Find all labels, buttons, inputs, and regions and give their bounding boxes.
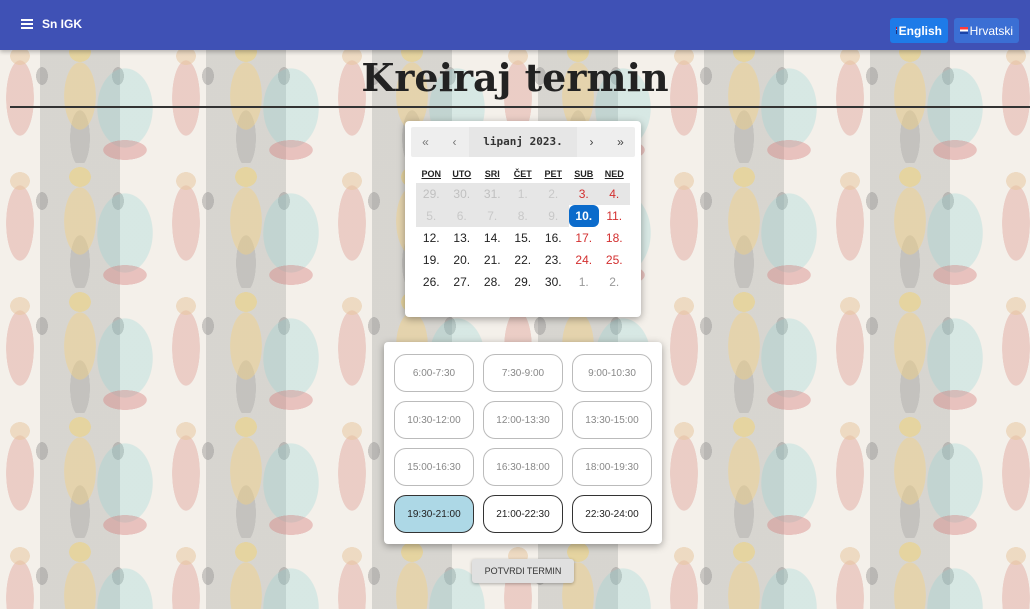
calendar-day[interactable]: 24.: [569, 249, 600, 271]
calendar-day[interactable]: 20.: [447, 249, 478, 271]
weekday-thu: ČET: [513, 169, 532, 179]
weekday-sat: SUB: [574, 169, 594, 179]
time-slot-button[interactable]: 9:00-10:30: [572, 354, 652, 392]
calendar-day: 29.: [416, 183, 447, 205]
calendar-day[interactable]: 13.: [447, 227, 478, 249]
time-slot-button[interactable]: 6:00-7:30: [394, 354, 474, 392]
confirm-appointment-button[interactable]: POTVRDI TERMIN: [472, 559, 574, 583]
language-english-label: English: [898, 23, 942, 38]
time-slot-button-selected[interactable]: 19:30-21:00: [394, 495, 474, 533]
time-slot-panel: 6:00-7:30 7:30-9:00 9:00-10:30 10:30-12:…: [384, 342, 662, 544]
time-slot-button[interactable]: 13:30-15:00: [572, 401, 652, 439]
calendar-day[interactable]: 30.: [538, 271, 569, 293]
weekday-tue: UTO: [452, 169, 472, 179]
time-slot-button[interactable]: 15:00-16:30: [394, 448, 474, 486]
language-croatian-label: Hrvatski: [969, 23, 1013, 38]
brand-title[interactable]: Sn IGK: [42, 17, 82, 31]
calendar-day[interactable]: 12.: [416, 227, 447, 249]
calendar-navigation: « ‹ lipanj 2023. › »: [411, 127, 635, 157]
calendar-day: 7.: [477, 205, 508, 227]
calendar-day[interactable]: 17.: [569, 227, 600, 249]
prev-month-button[interactable]: ‹: [440, 135, 469, 149]
time-slot-button[interactable]: 16:30-18:00: [483, 448, 563, 486]
calendar-day[interactable]: 15.: [508, 227, 539, 249]
calendar-day[interactable]: 1.: [569, 271, 600, 293]
next-year-button[interactable]: »: [606, 135, 635, 149]
calendar-day[interactable]: 23.: [538, 249, 569, 271]
calendar-day[interactable]: 22.: [508, 249, 539, 271]
calendar-day[interactable]: 11.: [599, 205, 630, 227]
uk-flag-icon: [896, 27, 897, 34]
calendar-day[interactable]: 27.: [447, 271, 478, 293]
calendar-day: 6.: [446, 205, 477, 227]
calendar-day: 4.: [599, 183, 630, 205]
time-slot-button[interactable]: 12:00-13:30: [483, 401, 563, 439]
calendar-day: 31.: [477, 183, 508, 205]
calendar-day: 9.: [538, 205, 569, 227]
weekday-sun: NED: [604, 169, 624, 179]
month-label[interactable]: lipanj 2023.: [469, 127, 577, 157]
calendar-day[interactable]: 28.: [477, 271, 508, 293]
calendar-day-selected[interactable]: 10.: [568, 205, 599, 227]
language-croatian-button[interactable]: Hrvatski: [954, 18, 1019, 43]
calendar-day: 30.: [446, 183, 477, 205]
calendar-day[interactable]: 2.: [599, 271, 630, 293]
calendar-day[interactable]: 18.: [599, 227, 630, 249]
calendar-day[interactable]: 29.: [508, 271, 539, 293]
hamburger-menu-icon[interactable]: [21, 19, 33, 30]
calendar-day: 8.: [507, 205, 538, 227]
calendar-day: 3.: [568, 183, 599, 205]
calendar-day: 5.: [416, 205, 447, 227]
time-slot-button[interactable]: 10:30-12:00: [394, 401, 474, 439]
language-english-button[interactable]: English: [890, 18, 948, 43]
prev-year-button[interactable]: «: [411, 135, 440, 149]
calendar-day[interactable]: 25.: [599, 249, 630, 271]
time-slot-button[interactable]: 21:00-22:30: [483, 495, 563, 533]
calendar-day: 1.: [507, 183, 538, 205]
top-navbar: Sn IGK English Hrvatski: [0, 0, 1030, 50]
time-slot-button[interactable]: 18:00-19:30: [572, 448, 652, 486]
croatia-flag-icon: [960, 27, 968, 34]
next-month-button[interactable]: ›: [577, 135, 606, 149]
calendar-day[interactable]: 16.: [538, 227, 569, 249]
weekday-header: PON UTO SRI ČET PET SUB NED: [416, 169, 635, 183]
calendar-day: 2.: [538, 183, 569, 205]
title-divider: [10, 106, 1030, 108]
days-grid: 29. 30. 31. 1. 2. 3. 4. 5. 6. 7. 8. 9. 1…: [416, 183, 635, 293]
calendar-day[interactable]: 21.: [477, 249, 508, 271]
weekday-mon: PON: [421, 169, 441, 179]
time-slot-button[interactable]: 22:30-24:00: [572, 495, 652, 533]
calendar-day[interactable]: 19.: [416, 249, 447, 271]
calendar-day[interactable]: 26.: [416, 271, 447, 293]
weekday-wed: SRI: [484, 169, 500, 179]
weekday-fri: PET: [544, 169, 562, 179]
date-picker: « ‹ lipanj 2023. › » PON UTO SRI ČET PET…: [405, 121, 641, 317]
page-title: Kreiraj termin: [361, 55, 669, 100]
calendar-day[interactable]: 14.: [477, 227, 508, 249]
time-slot-button[interactable]: 7:30-9:00: [483, 354, 563, 392]
